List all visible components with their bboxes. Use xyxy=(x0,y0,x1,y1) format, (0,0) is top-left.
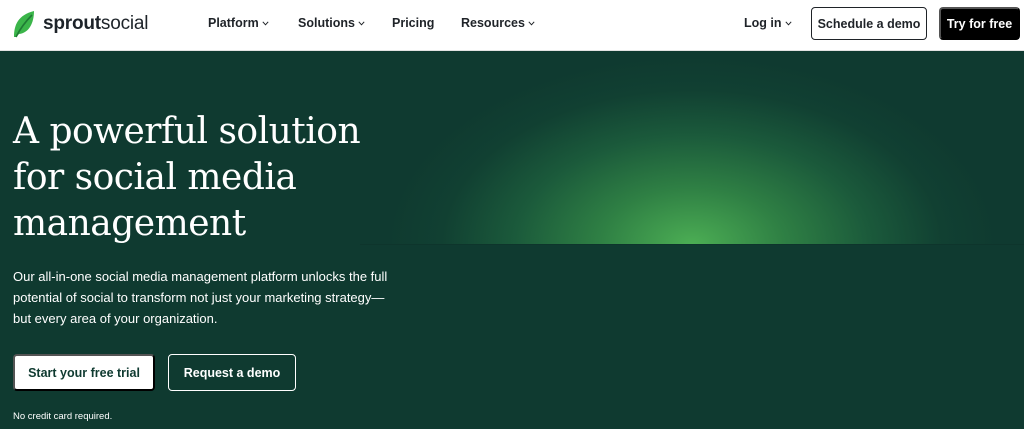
chevron-down-icon xyxy=(358,20,365,26)
hero-glow-edge xyxy=(360,244,1024,245)
login-link[interactable]: Log in xyxy=(744,16,792,30)
hero-green-glow xyxy=(360,52,1024,245)
headline-line: management xyxy=(13,203,246,244)
headline-line: for social media xyxy=(13,157,297,198)
request-demo-button[interactable]: Request a demo xyxy=(168,354,296,391)
hero-headline: A powerful solution for social media man… xyxy=(13,109,433,247)
hero-description: Our all-in-one social media management p… xyxy=(13,266,413,329)
hero-section: A powerful solution for social media man… xyxy=(0,52,1024,429)
nav-item-label: Solutions xyxy=(298,16,355,30)
description-line: Our all-in-one social media management p… xyxy=(13,269,388,284)
login-label: Log in xyxy=(744,16,782,30)
no-credit-card-note: No credit card required. xyxy=(13,411,113,422)
brand-wordmark: sproutsocial xyxy=(43,13,148,35)
start-free-trial-button[interactable]: Start your free trial xyxy=(13,354,155,391)
chevron-down-icon xyxy=(262,20,269,26)
nav-item-platform[interactable]: Platform xyxy=(208,16,269,30)
brand-name-regular: social xyxy=(100,13,149,34)
nav-item-label: Resources xyxy=(461,16,525,30)
headline-line: A powerful solution xyxy=(13,111,361,152)
schedule-demo-button[interactable]: Schedule a demo xyxy=(811,7,927,40)
chevron-down-icon xyxy=(528,20,535,26)
nav-item-solutions[interactable]: Solutions xyxy=(298,16,365,30)
nav-item-resources[interactable]: Resources xyxy=(461,16,535,30)
try-for-free-button[interactable]: Try for free xyxy=(939,7,1020,40)
chevron-down-icon xyxy=(784,20,792,26)
nav-item-label: Pricing xyxy=(392,16,435,30)
nav-item-label: Platform xyxy=(208,16,259,30)
top-navigation-bar: sproutsocial Platform Solutions Pricing … xyxy=(0,0,1024,51)
nav-item-pricing[interactable]: Pricing xyxy=(392,16,434,30)
brand-name-bold: sprout xyxy=(43,13,101,34)
description-line: potential of social to transform not jus… xyxy=(13,290,385,305)
description-line: but every area of your organization. xyxy=(13,311,218,326)
sprout-leaf-icon xyxy=(14,11,34,38)
sprout-social-logo-link[interactable]: sproutsocial xyxy=(12,9,148,39)
